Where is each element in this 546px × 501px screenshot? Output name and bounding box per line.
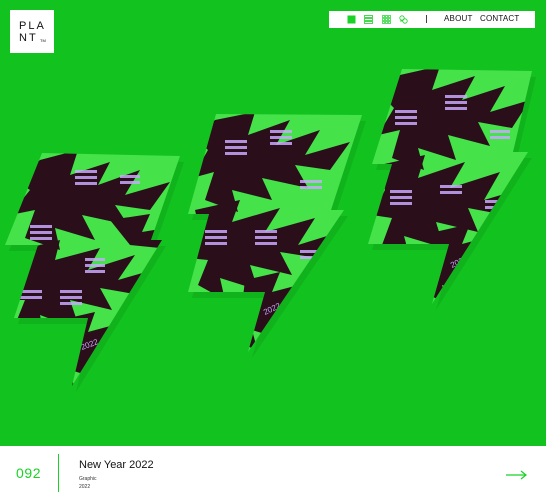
project-category: Graphic [79,476,97,482]
next-arrow-icon[interactable] [506,467,528,480]
project-number: 092 [16,465,42,481]
logo-trademark: TM [40,38,46,43]
nav-divider [426,15,427,23]
project-info-bar: 092 New Year 2022 Graphic 2022 [0,446,546,501]
hero-artwork[interactable]: 2022 2022 [0,0,546,446]
top-nav-bar: ABOUT CONTACT [329,11,535,28]
nav-link-contact[interactable]: CONTACT [480,14,519,24]
footer-divider [58,454,59,492]
logo[interactable]: PLA NT TM [10,10,54,53]
logo-text-bottom: NT [19,32,38,44]
project-year: 2022 [79,484,91,490]
calendar-poster-left: 2022 [5,153,180,386]
calendar-posters-image: 2022 2022 [5,69,536,392]
list-view-icon[interactable] [364,15,373,24]
logo-text-top: PLA [19,20,46,32]
related-view-icon[interactable] [399,15,408,24]
project-title: New Year 2022 [79,459,154,471]
nav-link-about[interactable]: ABOUT [444,14,473,24]
single-view-icon[interactable] [347,15,356,24]
grid-view-icon[interactable] [382,15,391,24]
